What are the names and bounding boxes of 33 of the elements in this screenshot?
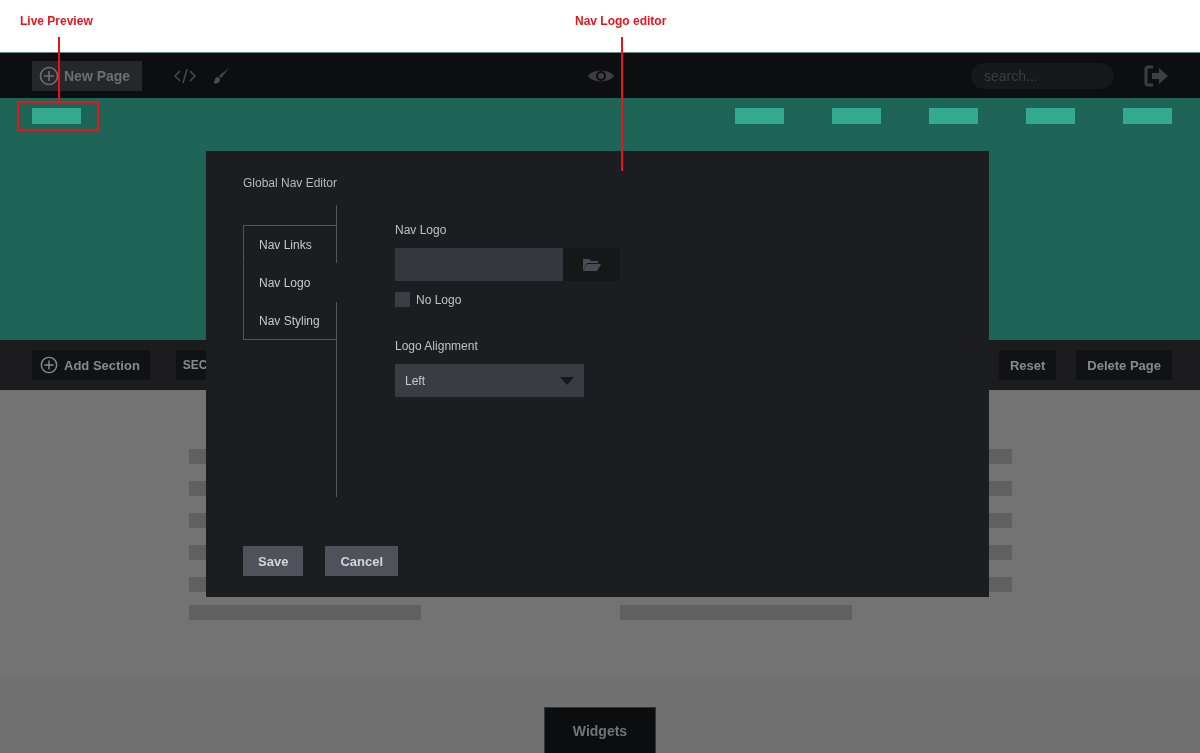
nav-link-placeholder (1123, 108, 1172, 124)
nav-link-placeholder (735, 108, 784, 124)
annotation-label: Live Preview (20, 14, 93, 28)
annotation-label: Nav Logo editor (575, 14, 667, 28)
new-page-button[interactable]: New Page (32, 60, 143, 91)
leader-line (58, 37, 60, 101)
plus-circle-icon (40, 356, 58, 374)
nav-editor-tab[interactable]: Nav Links (243, 225, 337, 264)
alignment-dropdown[interactable]: Left (395, 364, 584, 397)
toolbar-button[interactable]: Add Section (32, 350, 150, 380)
nav-link-placeholder (1026, 108, 1075, 124)
brush-icon[interactable] (212, 66, 231, 85)
folder-icon (581, 257, 602, 272)
logo-file-field[interactable] (395, 248, 563, 281)
nav-editor-tab[interactable]: Nav Logo (243, 263, 337, 302)
field-label: Nav Logo (395, 223, 448, 237)
toolbar-button[interactable]: Delete Page (1076, 350, 1172, 380)
toolbar-button[interactable]: Reset (998, 350, 1057, 380)
nav-editor-tab[interactable]: Nav Styling (243, 301, 337, 340)
no-logo-checkbox[interactable]: No Logo (395, 292, 462, 307)
logout-icon[interactable] (1144, 64, 1170, 87)
logo-placeholder (32, 108, 81, 124)
widgets-button[interactable]: Widgets (544, 707, 656, 753)
dialog-button[interactable]: Save (243, 546, 304, 576)
dialog-button[interactable]: Cancel (325, 546, 398, 576)
plus-circle-icon (39, 65, 59, 86)
browse-button[interactable] (563, 248, 620, 281)
nav-link-placeholder (832, 108, 881, 124)
field-label: Logo Alignment (395, 339, 479, 353)
code-icon[interactable] (174, 67, 197, 84)
nav-link-placeholder (929, 108, 978, 124)
caret-icon (560, 376, 574, 385)
dialog-title: Global Nav Editor (243, 176, 339, 190)
